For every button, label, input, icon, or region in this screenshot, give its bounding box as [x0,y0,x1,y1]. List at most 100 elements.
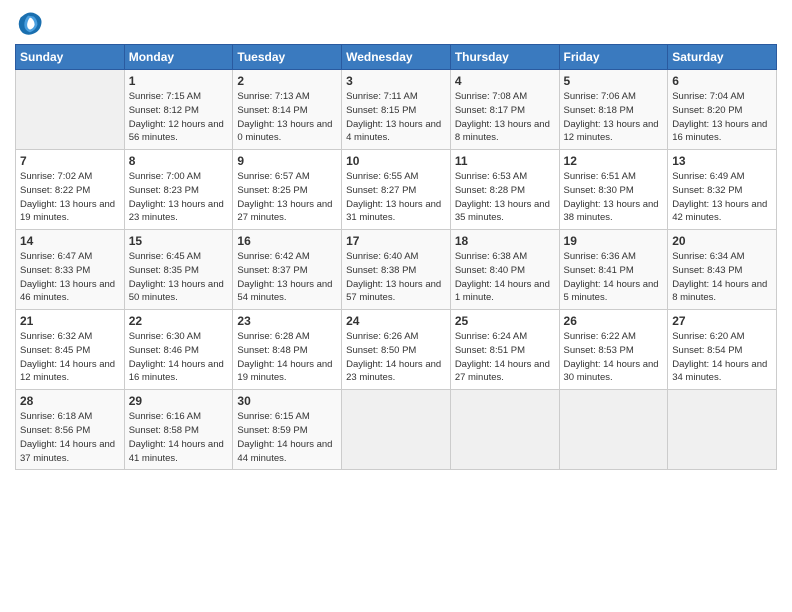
day-number: 30 [237,394,337,408]
logo-icon [15,10,43,38]
calendar-cell: 4 Sunrise: 7:08 AMSunset: 8:17 PMDaylight… [450,70,559,150]
calendar-cell [559,390,668,470]
day-info: Sunrise: 6:28 AMSunset: 8:48 PMDaylight:… [237,330,337,385]
logo [15,10,47,38]
day-info: Sunrise: 6:51 AMSunset: 8:30 PMDaylight:… [564,170,664,225]
weekday-header-wednesday: Wednesday [342,45,451,70]
weekday-header-thursday: Thursday [450,45,559,70]
day-info: Sunrise: 6:18 AMSunset: 8:56 PMDaylight:… [20,410,120,465]
calendar-week-row: 21 Sunrise: 6:32 AMSunset: 8:45 PMDayligh… [16,310,777,390]
calendar-cell: 24 Sunrise: 6:26 AMSunset: 8:50 PMDayligh… [342,310,451,390]
day-number: 18 [455,234,555,248]
calendar-cell: 25 Sunrise: 6:24 AMSunset: 8:51 PMDayligh… [450,310,559,390]
day-number: 3 [346,74,446,88]
day-info: Sunrise: 6:24 AMSunset: 8:51 PMDaylight:… [455,330,555,385]
calendar-body: 1 Sunrise: 7:15 AMSunset: 8:12 PMDaylight… [16,70,777,470]
calendar-cell: 17 Sunrise: 6:40 AMSunset: 8:38 PMDayligh… [342,230,451,310]
calendar-cell: 5 Sunrise: 7:06 AMSunset: 8:18 PMDaylight… [559,70,668,150]
calendar-cell: 30 Sunrise: 6:15 AMSunset: 8:59 PMDayligh… [233,390,342,470]
day-info: Sunrise: 7:00 AMSunset: 8:23 PMDaylight:… [129,170,229,225]
day-info: Sunrise: 6:42 AMSunset: 8:37 PMDaylight:… [237,250,337,305]
calendar-cell: 10 Sunrise: 6:55 AMSunset: 8:27 PMDayligh… [342,150,451,230]
day-info: Sunrise: 6:47 AMSunset: 8:33 PMDaylight:… [20,250,120,305]
calendar-cell: 19 Sunrise: 6:36 AMSunset: 8:41 PMDayligh… [559,230,668,310]
day-number: 5 [564,74,664,88]
day-info: Sunrise: 7:02 AMSunset: 8:22 PMDaylight:… [20,170,120,225]
day-number: 17 [346,234,446,248]
calendar-cell: 2 Sunrise: 7:13 AMSunset: 8:14 PMDaylight… [233,70,342,150]
day-number: 20 [672,234,772,248]
calendar-cell: 8 Sunrise: 7:00 AMSunset: 8:23 PMDaylight… [124,150,233,230]
day-number: 9 [237,154,337,168]
day-info: Sunrise: 6:32 AMSunset: 8:45 PMDaylight:… [20,330,120,385]
header [15,10,777,38]
day-number: 13 [672,154,772,168]
calendar-cell: 7 Sunrise: 7:02 AMSunset: 8:22 PMDaylight… [16,150,125,230]
day-info: Sunrise: 6:49 AMSunset: 8:32 PMDaylight:… [672,170,772,225]
day-number: 19 [564,234,664,248]
calendar-cell: 27 Sunrise: 6:20 AMSunset: 8:54 PMDayligh… [668,310,777,390]
calendar-cell: 11 Sunrise: 6:53 AMSunset: 8:28 PMDayligh… [450,150,559,230]
calendar-cell: 26 Sunrise: 6:22 AMSunset: 8:53 PMDayligh… [559,310,668,390]
day-number: 11 [455,154,555,168]
day-info: Sunrise: 6:22 AMSunset: 8:53 PMDaylight:… [564,330,664,385]
calendar-cell: 12 Sunrise: 6:51 AMSunset: 8:30 PMDayligh… [559,150,668,230]
day-number: 26 [564,314,664,328]
day-info: Sunrise: 7:13 AMSunset: 8:14 PMDaylight:… [237,90,337,145]
calendar-cell: 13 Sunrise: 6:49 AMSunset: 8:32 PMDayligh… [668,150,777,230]
day-info: Sunrise: 6:38 AMSunset: 8:40 PMDaylight:… [455,250,555,305]
day-number: 21 [20,314,120,328]
weekday-header-friday: Friday [559,45,668,70]
calendar-cell: 20Sunrise: 6:34 AMSunset: 8:43 PMDayligh… [668,230,777,310]
weekday-header-sunday: Sunday [16,45,125,70]
day-info: Sunrise: 6:15 AMSunset: 8:59 PMDaylight:… [237,410,337,465]
calendar-cell [668,390,777,470]
calendar-week-row: 1 Sunrise: 7:15 AMSunset: 8:12 PMDaylight… [16,70,777,150]
day-number: 15 [129,234,229,248]
day-info: Sunrise: 6:40 AMSunset: 8:38 PMDaylight:… [346,250,446,305]
day-info: Sunrise: 6:16 AMSunset: 8:58 PMDaylight:… [129,410,229,465]
calendar-week-row: 14 Sunrise: 6:47 AMSunset: 8:33 PMDayligh… [16,230,777,310]
calendar-cell [450,390,559,470]
calendar-table: SundayMondayTuesdayWednesdayThursdayFrid… [15,44,777,470]
day-number: 27 [672,314,772,328]
calendar-cell: 28 Sunrise: 6:18 AMSunset: 8:56 PMDayligh… [16,390,125,470]
day-number: 7 [20,154,120,168]
day-number: 14 [20,234,120,248]
calendar-header: SundayMondayTuesdayWednesdayThursdayFrid… [16,45,777,70]
day-number: 4 [455,74,555,88]
day-info: Sunrise: 6:55 AMSunset: 8:27 PMDaylight:… [346,170,446,225]
day-number: 10 [346,154,446,168]
day-info: Sunrise: 6:26 AMSunset: 8:50 PMDaylight:… [346,330,446,385]
page: SundayMondayTuesdayWednesdayThursdayFrid… [0,0,792,612]
day-number: 16 [237,234,337,248]
weekday-header-row: SundayMondayTuesdayWednesdayThursdayFrid… [16,45,777,70]
day-info: Sunrise: 7:06 AMSunset: 8:18 PMDaylight:… [564,90,664,145]
day-number: 25 [455,314,555,328]
calendar-cell: 23Sunrise: 6:28 AMSunset: 8:48 PMDayligh… [233,310,342,390]
calendar-cell: 16 Sunrise: 6:42 AMSunset: 8:37 PMDayligh… [233,230,342,310]
calendar-cell: 14 Sunrise: 6:47 AMSunset: 8:33 PMDayligh… [16,230,125,310]
day-info: Sunrise: 6:53 AMSunset: 8:28 PMDaylight:… [455,170,555,225]
weekday-header-tuesday: Tuesday [233,45,342,70]
calendar-cell: 6Sunrise: 7:04 AMSunset: 8:20 PMDaylight… [668,70,777,150]
day-number: 1 [129,74,229,88]
day-info: Sunrise: 7:08 AMSunset: 8:17 PMDaylight:… [455,90,555,145]
calendar-cell [16,70,125,150]
day-number: 28 [20,394,120,408]
weekday-header-monday: Monday [124,45,233,70]
calendar-cell: 3Sunrise: 7:11 AMSunset: 8:15 PMDaylight… [342,70,451,150]
day-info: Sunrise: 6:36 AMSunset: 8:41 PMDaylight:… [564,250,664,305]
day-info: Sunrise: 7:15 AMSunset: 8:12 PMDaylight:… [129,90,229,145]
day-info: Sunrise: 7:04 AMSunset: 8:20 PMDaylight:… [672,90,772,145]
calendar-cell: 29Sunrise: 6:16 AMSunset: 8:58 PMDayligh… [124,390,233,470]
day-number: 12 [564,154,664,168]
day-info: Sunrise: 6:20 AMSunset: 8:54 PMDaylight:… [672,330,772,385]
calendar-cell: 21 Sunrise: 6:32 AMSunset: 8:45 PMDayligh… [16,310,125,390]
day-number: 24 [346,314,446,328]
day-number: 22 [129,314,229,328]
day-number: 8 [129,154,229,168]
day-number: 2 [237,74,337,88]
calendar-cell: 15Sunrise: 6:45 AMSunset: 8:35 PMDayligh… [124,230,233,310]
calendar-cell: 18 Sunrise: 6:38 AMSunset: 8:40 PMDayligh… [450,230,559,310]
